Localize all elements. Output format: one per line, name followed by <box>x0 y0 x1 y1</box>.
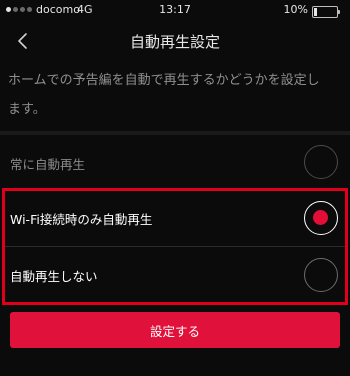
description-line-1: ホームでの予告編を自動で再生するかどうかを設定し <box>8 73 320 88</box>
option-no-autoplay[interactable]: 自動再生しない <box>0 248 350 303</box>
row-divider <box>5 246 345 247</box>
radio-button-unselected[interactable] <box>304 145 338 179</box>
setting-description: ホームでの予告編を自動で再生するかどうかを設定し ます。 <box>8 66 342 124</box>
radio-button-selected[interactable] <box>304 201 338 235</box>
radio-selected-dot <box>313 210 328 225</box>
option-always-autoplay[interactable]: 常に自動再生 <box>0 137 350 189</box>
auto-play-settings-screen: docomo 4G 13:17 10% 自動再生設定 ホームでの予告編を自動で再… <box>0 0 350 376</box>
radio-button-unselected[interactable] <box>304 258 338 292</box>
description-line-2: ます。 <box>8 102 46 117</box>
option-label: 常に自動再生 <box>10 157 86 172</box>
navigation-bar: 自動再生設定 <box>0 20 350 62</box>
battery-icon <box>312 6 340 18</box>
page-title: 自動再生設定 <box>129 33 220 51</box>
set-button[interactable]: 設定する <box>10 312 340 348</box>
status-bar: docomo 4G 13:17 10% <box>0 0 350 20</box>
option-label: Wi-Fi接続時のみ自動再生 <box>10 212 153 227</box>
option-label: 自動再生しない <box>10 269 98 284</box>
battery-percentage: 10% <box>283 3 308 16</box>
section-divider <box>0 131 350 135</box>
option-wifi-only-autoplay[interactable]: Wi-Fi接続時のみ自動再生 <box>0 191 350 246</box>
